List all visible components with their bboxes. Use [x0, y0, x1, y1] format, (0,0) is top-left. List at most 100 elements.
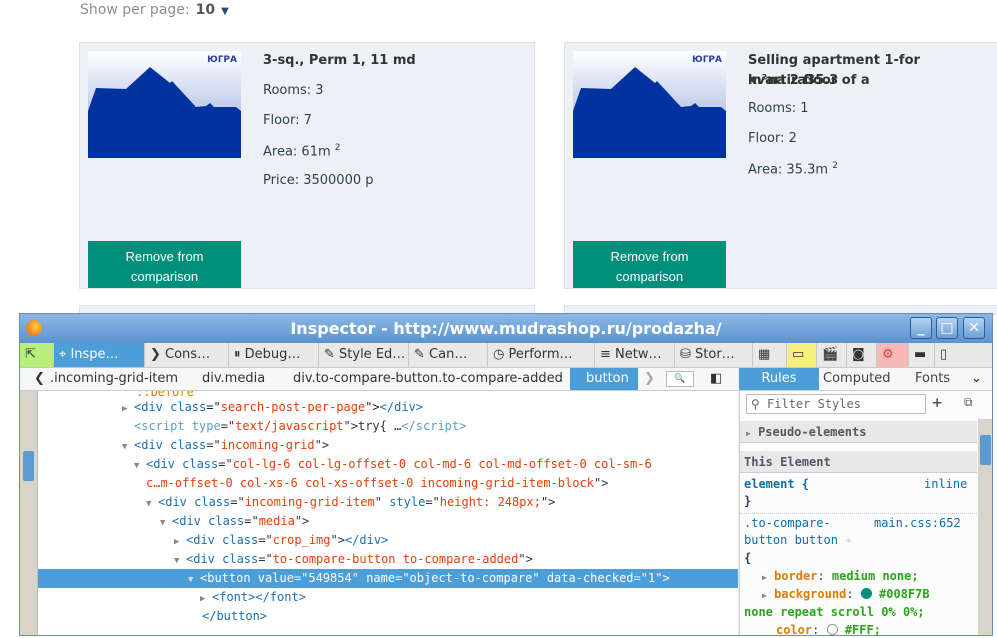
- button-line: comparison: [130, 268, 199, 284]
- devtools-window: Inspector - http://www.mudrashop.ru/prod…: [19, 313, 993, 636]
- paintflashing-icon[interactable]: 🎬: [817, 343, 847, 367]
- markup-line[interactable]: ▼ <div class="col-lg-6 col-lg-offset-0 co…: [38, 455, 738, 474]
- breadcrumb-back-icon[interactable]: ❮: [34, 368, 45, 390]
- inline-label: inline: [924, 477, 968, 491]
- add-rule-icon[interactable]: +: [932, 393, 942, 413]
- caret-down-icon[interactable]: ▼: [221, 6, 229, 17]
- remove-from-comparison-button[interactable]: Remove from comparison: [88, 241, 241, 288]
- chevron-down-icon[interactable]: ⌄: [971, 368, 982, 390]
- search-icon[interactable]: 🔍: [666, 371, 694, 387]
- prop-name: background: [774, 587, 847, 601]
- tab-style-editor[interactable]: ✎ Style Ed…: [319, 343, 409, 367]
- scroll-thumb[interactable]: [23, 451, 34, 481]
- markup-line[interactable]: ▶ <div class="search-post-per-page"></div…: [38, 398, 738, 417]
- dock-side-icon[interactable]: ▯: [935, 343, 961, 367]
- card-title-line[interactable]: m²na 2 floor of a: [748, 71, 870, 91]
- breadcrumb-item[interactable]: div.to-compare-button.to-compare-added: [293, 368, 563, 390]
- area-value: Area: 35.3m: [748, 162, 829, 178]
- pick-element-icon[interactable]: ⇱: [20, 343, 54, 367]
- area-value: Area: 61m: [263, 144, 331, 160]
- settings-gear-icon[interactable]: ⚙: [877, 343, 909, 367]
- tab-label: Can…: [429, 347, 468, 362]
- frame-select-icon[interactable]: ▦: [753, 343, 787, 367]
- prop-value: #008F7B: [879, 587, 930, 601]
- markup-line-selected[interactable]: ▼ <button value="549854" name="object-to-…: [38, 569, 738, 588]
- tab-performance[interactable]: ◷ Perform…: [488, 343, 595, 367]
- rule-selector: .to-compare-: [744, 516, 831, 530]
- tab-fonts[interactable]: Fonts: [915, 368, 950, 390]
- close-button[interactable]: ✕: [963, 317, 985, 339]
- color-swatch[interactable]: [860, 588, 872, 599]
- markup-line[interactable]: ▶ <div class="crop_img"></div>: [38, 531, 738, 550]
- maximize-button[interactable]: □: [936, 317, 958, 339]
- tab-computed[interactable]: Computed: [823, 368, 891, 390]
- area-sup: 2: [832, 161, 838, 171]
- tab-label: Debug…: [244, 347, 301, 362]
- markup-line[interactable]: c…m-offset-0 col-xs-6 col-xs-offset-0 in…: [38, 474, 738, 493]
- prop-value: medium none;: [831, 569, 919, 583]
- tab-rules[interactable]: Rules: [739, 368, 819, 390]
- breadcrumb-forward-icon[interactable]: ❯: [644, 368, 655, 390]
- breadcrumb-item[interactable]: div.media: [202, 368, 265, 390]
- compare-card: ЮГРА Selling apartment 1-for kvartira35.…: [564, 42, 997, 289]
- this-element-header: This Element: [740, 451, 977, 473]
- breadcrumb: ❮ .incoming-grid-item div.media div.to-c…: [20, 368, 738, 391]
- prop-value: #FFF;: [844, 623, 881, 635]
- scratchpad-icon[interactable]: ▭: [787, 343, 817, 367]
- logo: ЮГРА: [207, 55, 237, 65]
- tab-canvas[interactable]: ✎ Can…: [409, 343, 488, 367]
- dock-bottom-icon[interactable]: ▬: [909, 343, 935, 367]
- rules-tabs: Rules Computed Fonts ⌄: [739, 368, 992, 391]
- declaration[interactable]: color: #FFF;: [776, 623, 881, 635]
- card-title[interactable]: 3-sq., Perm 1, 11 md: [263, 51, 416, 71]
- tab-console[interactable]: ❯ Cons…: [145, 343, 229, 367]
- rule-open: {: [744, 551, 752, 565]
- screenshot-icon[interactable]: ◙: [847, 343, 877, 367]
- selector-text: button button: [744, 533, 838, 547]
- card-area: Area: 61m 2: [263, 143, 341, 159]
- print-media-icon[interactable]: ⧉: [964, 395, 973, 410]
- show-per-page-value[interactable]: 10: [196, 2, 215, 18]
- rules-scrollbar[interactable]: [978, 419, 992, 635]
- tab-storage[interactable]: ⛁ Stor…: [675, 343, 753, 367]
- markup-line[interactable]: ▼ <div class="incoming-grid">: [38, 436, 738, 455]
- declaration[interactable]: ▶ background: #008F7B: [762, 587, 930, 601]
- markup-line[interactable]: ▼ <div class="incoming-grid-item" style="…: [38, 493, 738, 512]
- tab-network[interactable]: ≡ Netw…: [595, 343, 675, 367]
- declaration[interactable]: ▶ border: medium none;: [762, 569, 919, 583]
- scroll-thumb[interactable]: [980, 435, 991, 465]
- rule-selector: button button ⌖: [744, 533, 852, 548]
- pseudo-elements-header[interactable]: ▶ Pseudo-elements: [740, 421, 977, 443]
- breadcrumb-item[interactable]: .incoming-grid-item: [50, 368, 178, 390]
- markup-line[interactable]: ▼ <div class="media">: [38, 512, 738, 531]
- minimize-button[interactable]: _: [910, 317, 932, 339]
- devtools-titlebar[interactable]: Inspector - http://www.mudrashop.ru/prod…: [20, 314, 992, 343]
- markup-line[interactable]: <script type="text/javascript">try{ …</s…: [38, 417, 738, 436]
- color-swatch[interactable]: [826, 624, 838, 635]
- rule-source-link[interactable]: main.css:652: [874, 516, 961, 530]
- toggle-sidebar-icon[interactable]: ◧: [710, 368, 722, 390]
- markup-line[interactable]: ▼ <div class="to-compare-button to-compar…: [38, 550, 738, 569]
- prop-value-cont: none repeat scroll 0% 0%;: [744, 605, 925, 619]
- remove-from-comparison-button[interactable]: Remove from comparison: [573, 241, 726, 288]
- firefox-icon: [26, 320, 42, 336]
- markup-line[interactable]: </button>: [38, 607, 738, 626]
- rules-list: ▶ Pseudo-elements This Element element {…: [740, 419, 977, 635]
- highlight-selector-icon[interactable]: ⌖: [845, 533, 852, 547]
- compare-card: ЮГРА 3-sq., Perm 1, 11 md Rooms: 3 Floor…: [79, 42, 535, 289]
- rules-panel: ⚲ Filter Styles + ⧉ ▶ Pseudo-elements Th…: [739, 391, 992, 635]
- show-per-page[interactable]: Show per page: 10 ▼: [80, 2, 229, 18]
- breadcrumb-item-selected[interactable]: button: [570, 368, 638, 390]
- markup-line[interactable]: ▶ <font></font>: [38, 588, 738, 607]
- tab-debugger[interactable]: ⏸ Debug…: [229, 343, 319, 367]
- filter-styles-input[interactable]: ⚲ Filter Styles: [746, 394, 926, 414]
- prop-name: border: [774, 569, 818, 583]
- section-label: Pseudo-elements: [758, 425, 867, 439]
- property-image: ЮГРА: [573, 51, 726, 158]
- card-floor: Floor: 7: [263, 113, 312, 128]
- house-silhouette: [573, 67, 726, 158]
- area-sup: 2: [334, 143, 341, 153]
- tab-inspector[interactable]: ⌖ Inspe…: [54, 343, 145, 367]
- card-price: Price: 3500000 р: [263, 173, 374, 188]
- markup-scrollbar[interactable]: [20, 391, 38, 635]
